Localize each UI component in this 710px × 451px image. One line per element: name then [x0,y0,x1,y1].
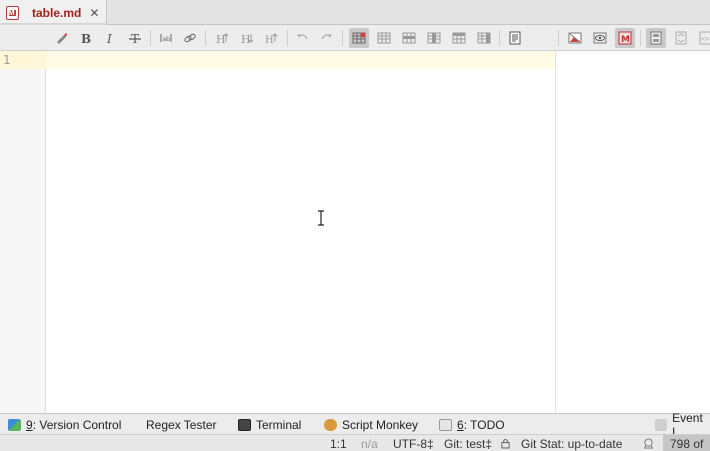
caret-position[interactable]: 1:1 [330,436,347,451]
git-stat-status[interactable]: Git Stat: up-to-date [521,436,622,451]
document-icon[interactable] [505,28,525,48]
toolbar-separator [287,30,288,46]
svg-text:H: H [265,35,274,45]
layout-split-icon[interactable] [646,28,666,48]
preview-icon[interactable] [590,28,610,48]
encoding-status[interactable]: UTF-8‡ [393,436,434,451]
insert-column-icon[interactable] [424,28,444,48]
svg-text:M: M [621,35,630,45]
header-down-icon[interactable]: H [237,28,257,48]
tab-table-md[interactable]: table.md ✕ [0,0,107,26]
layout-source-icon[interactable]: <> [696,28,710,48]
toolbar-separator [558,30,559,46]
svg-text:B: B [81,32,91,45]
undo-icon[interactable] [292,28,312,48]
toolbar-separator [499,30,500,46]
text-editor[interactable] [47,51,555,413]
tool-window-bar: 9: Version Control Regex Tester Terminal… [0,411,710,439]
version-control-tab[interactable]: 9: Version Control [8,417,121,433]
code-icon[interactable]: ab [156,28,176,48]
table-icon[interactable] [374,28,394,48]
header-toggle-icon[interactable]: H [262,28,282,48]
redo-icon[interactable] [317,28,337,48]
terminal-icon [238,419,251,431]
bold-icon[interactable]: B [75,28,95,48]
lock-icon[interactable] [501,436,511,451]
pencil-icon[interactable] [51,28,71,48]
tool-label: : TODO [463,418,505,432]
delete-row-icon[interactable] [449,28,469,48]
markdown-icon[interactable]: M [615,28,635,48]
toolbar-separator [150,30,151,46]
todo-icon [439,419,452,431]
image-icon[interactable] [565,28,585,48]
event-log-tab[interactable]: Event L [655,411,710,439]
event-log-icon [655,419,668,431]
delete-column-icon[interactable] [474,28,494,48]
header-up-icon[interactable]: H [212,28,232,48]
script-monkey-tab[interactable]: Script Monkey [324,417,418,433]
editor-tab-bar: table.md ✕ [0,0,710,26]
markdown-toolbar: B I T ab H H H [0,25,710,51]
strikethrough-icon[interactable]: T [125,28,145,48]
insert-row-above-icon[interactable] [399,28,419,48]
svg-text:I: I [106,32,112,45]
line-separator-status[interactable]: n/a [361,436,378,451]
link-icon[interactable] [180,28,200,48]
svg-text:H: H [241,33,251,45]
line-number-gutter [0,51,46,413]
tool-key: 9 [26,418,33,432]
line-number: 1 [3,53,11,67]
toolbar-separator [640,30,641,46]
right-margin-guide [555,51,556,413]
memory-indicator[interactable]: 798 of [663,435,710,451]
svg-text:H: H [216,33,226,45]
tool-label: Regex Tester [146,418,217,432]
insert-table-icon[interactable] [349,28,369,48]
markdown-file-icon [6,5,19,20]
close-icon[interactable]: ✕ [89,6,99,20]
version-control-icon [8,419,21,431]
italic-icon[interactable]: I [100,28,120,48]
layout-preview-icon[interactable] [671,28,691,48]
tool-label: : Version Control [32,418,122,432]
terminal-tab[interactable]: Terminal [238,417,301,433]
tool-label: Script Monkey [342,418,419,432]
tab-label: table.md [32,5,82,20]
tool-key: 6 [457,418,464,432]
git-branch-status[interactable]: Git: test‡ [444,436,492,451]
tool-label: Terminal [256,418,302,432]
toolbar-separator [205,30,206,46]
regex-tester-tab[interactable]: Regex Tester [146,417,216,433]
monkey-icon [324,419,337,431]
inspector-icon[interactable] [642,436,656,451]
text-cursor-icon [318,210,324,226]
todo-tab[interactable]: 6: TODO [439,417,505,433]
svg-text:<>: <> [701,35,709,43]
svg-text:ab: ab [163,36,171,43]
status-bar: 1:1 n/a UTF-8‡ Git: test‡ Git Stat: up-t… [0,434,710,451]
toolbar-separator [342,30,343,46]
